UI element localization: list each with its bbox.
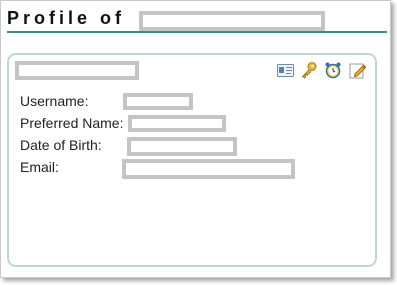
alarm-clock-icon[interactable] [324,61,342,79]
profile-window: Profile of Username: Preferred Name: Dat… [0,0,391,278]
redacted-panel-name [15,61,139,80]
preferred-name-label: Preferred Name: [20,115,124,131]
redacted-username-value [123,93,193,110]
edit-pencil-icon[interactable] [348,61,366,79]
profile-toolbar [276,61,366,79]
page-title: Profile of [7,8,126,28]
page-header: Profile of [7,5,387,33]
redacted-preferred-name-value [128,115,226,132]
contact-card-icon[interactable] [276,61,294,79]
redacted-email-value [122,159,295,179]
email-label: Email: [20,159,59,175]
username-label: Username: [20,93,89,109]
date-of-birth-label: Date of Birth: [20,137,102,153]
profile-panel: Username: Preferred Name: Date of Birth:… [7,53,377,267]
key-icon[interactable] [300,61,318,79]
redacted-profile-name [139,11,325,31]
redacted-date-of-birth-value [127,137,237,156]
